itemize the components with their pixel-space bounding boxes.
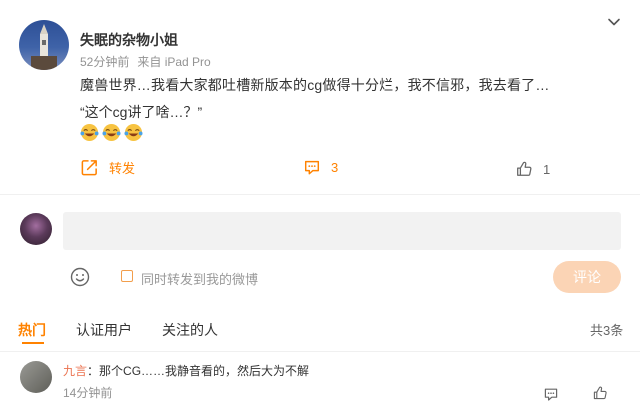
like-button[interactable]: 1	[515, 160, 550, 178]
commenter-avatar[interactable]	[20, 361, 52, 393]
laughing-crying-emoji-icon	[124, 123, 143, 142]
laughing-crying-emoji-icon	[102, 123, 121, 142]
divider	[0, 351, 640, 352]
comment-content: 九言：那个CG……我静音看的，然后大为不解	[63, 362, 309, 379]
comment-like-icon[interactable]	[592, 385, 608, 401]
tab-following[interactable]: 关注的人	[162, 320, 218, 340]
also-repost-checkbox[interactable]	[121, 270, 133, 282]
chevron-down-icon[interactable]	[606, 14, 622, 30]
comment-count: 3	[331, 159, 339, 175]
post-text-line1: 魔兽世界…我看大家都吐槽新版本的cg做得十分烂，我不信邪，我去看了…	[80, 77, 550, 93]
divider	[0, 194, 640, 195]
author-name[interactable]: 失眠的杂物小姐	[80, 30, 178, 50]
thumbs-up-icon	[517, 161, 532, 176]
post-source: 来自 iPad Pro	[137, 55, 211, 69]
reply-icon[interactable]	[543, 386, 559, 402]
repost-button[interactable]: 转发	[80, 158, 135, 177]
repost-icon	[81, 160, 97, 176]
submit-comment-button[interactable]: 评论	[553, 261, 621, 293]
comment-button[interactable]: 3	[303, 158, 338, 176]
comment-total: 共3条	[590, 323, 624, 338]
comment-input[interactable]	[63, 212, 621, 250]
tab-verified-users[interactable]: 认证用户	[76, 320, 132, 340]
active-tab-underline	[22, 342, 44, 344]
comment-time: 14分钟前	[63, 386, 113, 400]
tab-hot[interactable]: 热门	[18, 320, 46, 340]
like-count: 1	[543, 161, 551, 177]
comment-icon	[304, 160, 320, 175]
comment-text: 那个CG……我静音看的，然后大为不解	[99, 364, 310, 378]
emoji-picker-icon[interactable]	[70, 267, 90, 287]
avatar-tower-image	[31, 24, 57, 70]
laughing-crying-emoji-icon	[80, 123, 99, 142]
author-avatar[interactable]	[19, 20, 69, 70]
repost-label: 转发	[109, 161, 136, 176]
commenter-name[interactable]: 九言	[63, 364, 87, 378]
post-time[interactable]: 52分钟前	[80, 55, 129, 69]
comment-separator: ：	[87, 364, 100, 378]
current-user-avatar	[20, 213, 52, 245]
post-meta: 52分钟前 来自 iPad Pro	[80, 53, 211, 70]
also-repost-label[interactable]: 同时转发到我的微博	[141, 269, 258, 288]
post-emojis	[80, 123, 143, 142]
post-text-line2: “这个cg讲了啥…？”	[80, 104, 203, 120]
